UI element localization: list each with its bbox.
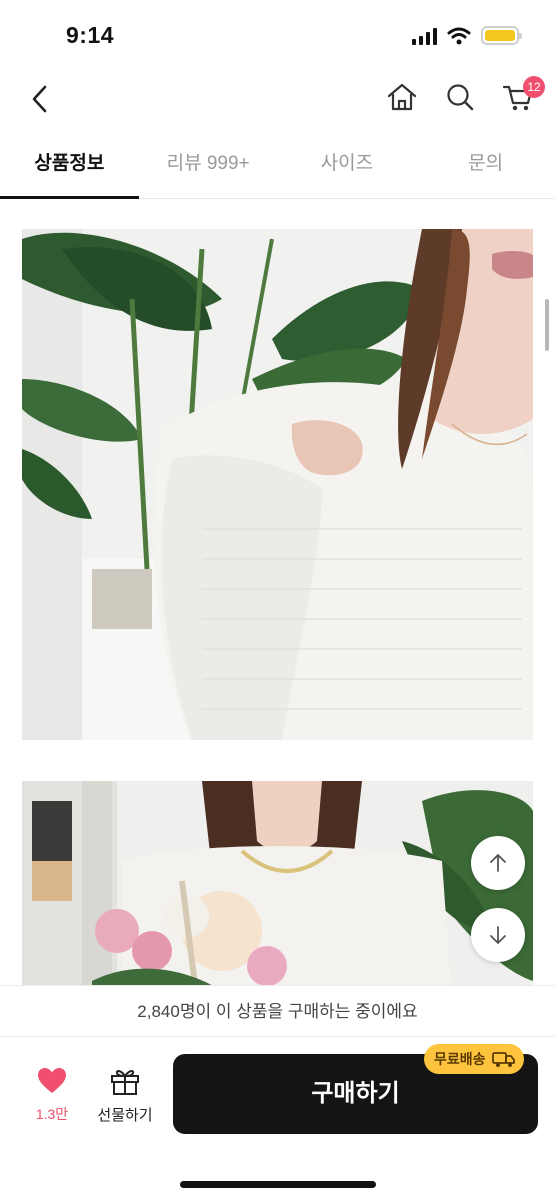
bottom-action-bar: 1.3만 선물하기 구매하기 무료배송 [0,1037,555,1200]
cart-count-badge: 12 [523,76,545,98]
status-time: 9:14 [66,22,115,48]
product-photo-1 [22,229,533,740]
home-indicator[interactable] [180,1181,376,1188]
tab-size[interactable]: 사이즈 [278,133,417,198]
search-icon [447,84,474,111]
product-detail-content[interactable] [0,199,555,985]
scroll-down-icon [490,926,506,944]
tab-product-info[interactable]: 상품정보 [0,133,139,199]
scroll-up-button[interactable] [471,836,525,890]
free-shipping-label: 무료배송 [434,1051,486,1067]
scroll-up-icon [490,854,506,872]
buyers-count-banner: 2,840명이 이 상품을 구매하는 중이에요 [0,985,555,1037]
home-icon [387,83,417,111]
gift-icon [111,1070,139,1095]
search-button[interactable] [443,80,477,114]
heart-icon [38,1068,66,1093]
like-count: 1.3만 [35,1106,69,1122]
nav-actions: 12 [385,76,545,114]
nav-bar: 12 [0,70,555,130]
gift-button[interactable]: 선물하기 [93,1067,157,1125]
signal-icon [412,27,437,45]
scroll-down-button[interactable] [471,908,525,962]
back-button[interactable] [24,82,58,116]
product-tabs: 상품정보 리뷰 999+ 사이즈 문의 [0,133,555,199]
tab-inquiry[interactable]: 문의 [416,133,555,198]
scroll-indicator[interactable] [545,299,549,351]
back-chevron-icon [32,85,47,113]
like-button[interactable]: 1.3만 [28,1067,76,1124]
status-bar: 9:14 [0,0,555,70]
home-button[interactable] [385,80,419,114]
cart-button[interactable]: 12 [501,76,545,114]
free-shipping-badge: 무료배송 [424,1044,524,1074]
gift-label: 선물하기 [97,1107,153,1124]
truck-icon [491,1052,515,1067]
status-icons [412,26,522,45]
product-photo-2 [22,781,533,985]
tab-reviews[interactable]: 리뷰 999+ [139,133,278,198]
battery-icon [481,26,522,45]
wifi-icon [447,27,471,44]
